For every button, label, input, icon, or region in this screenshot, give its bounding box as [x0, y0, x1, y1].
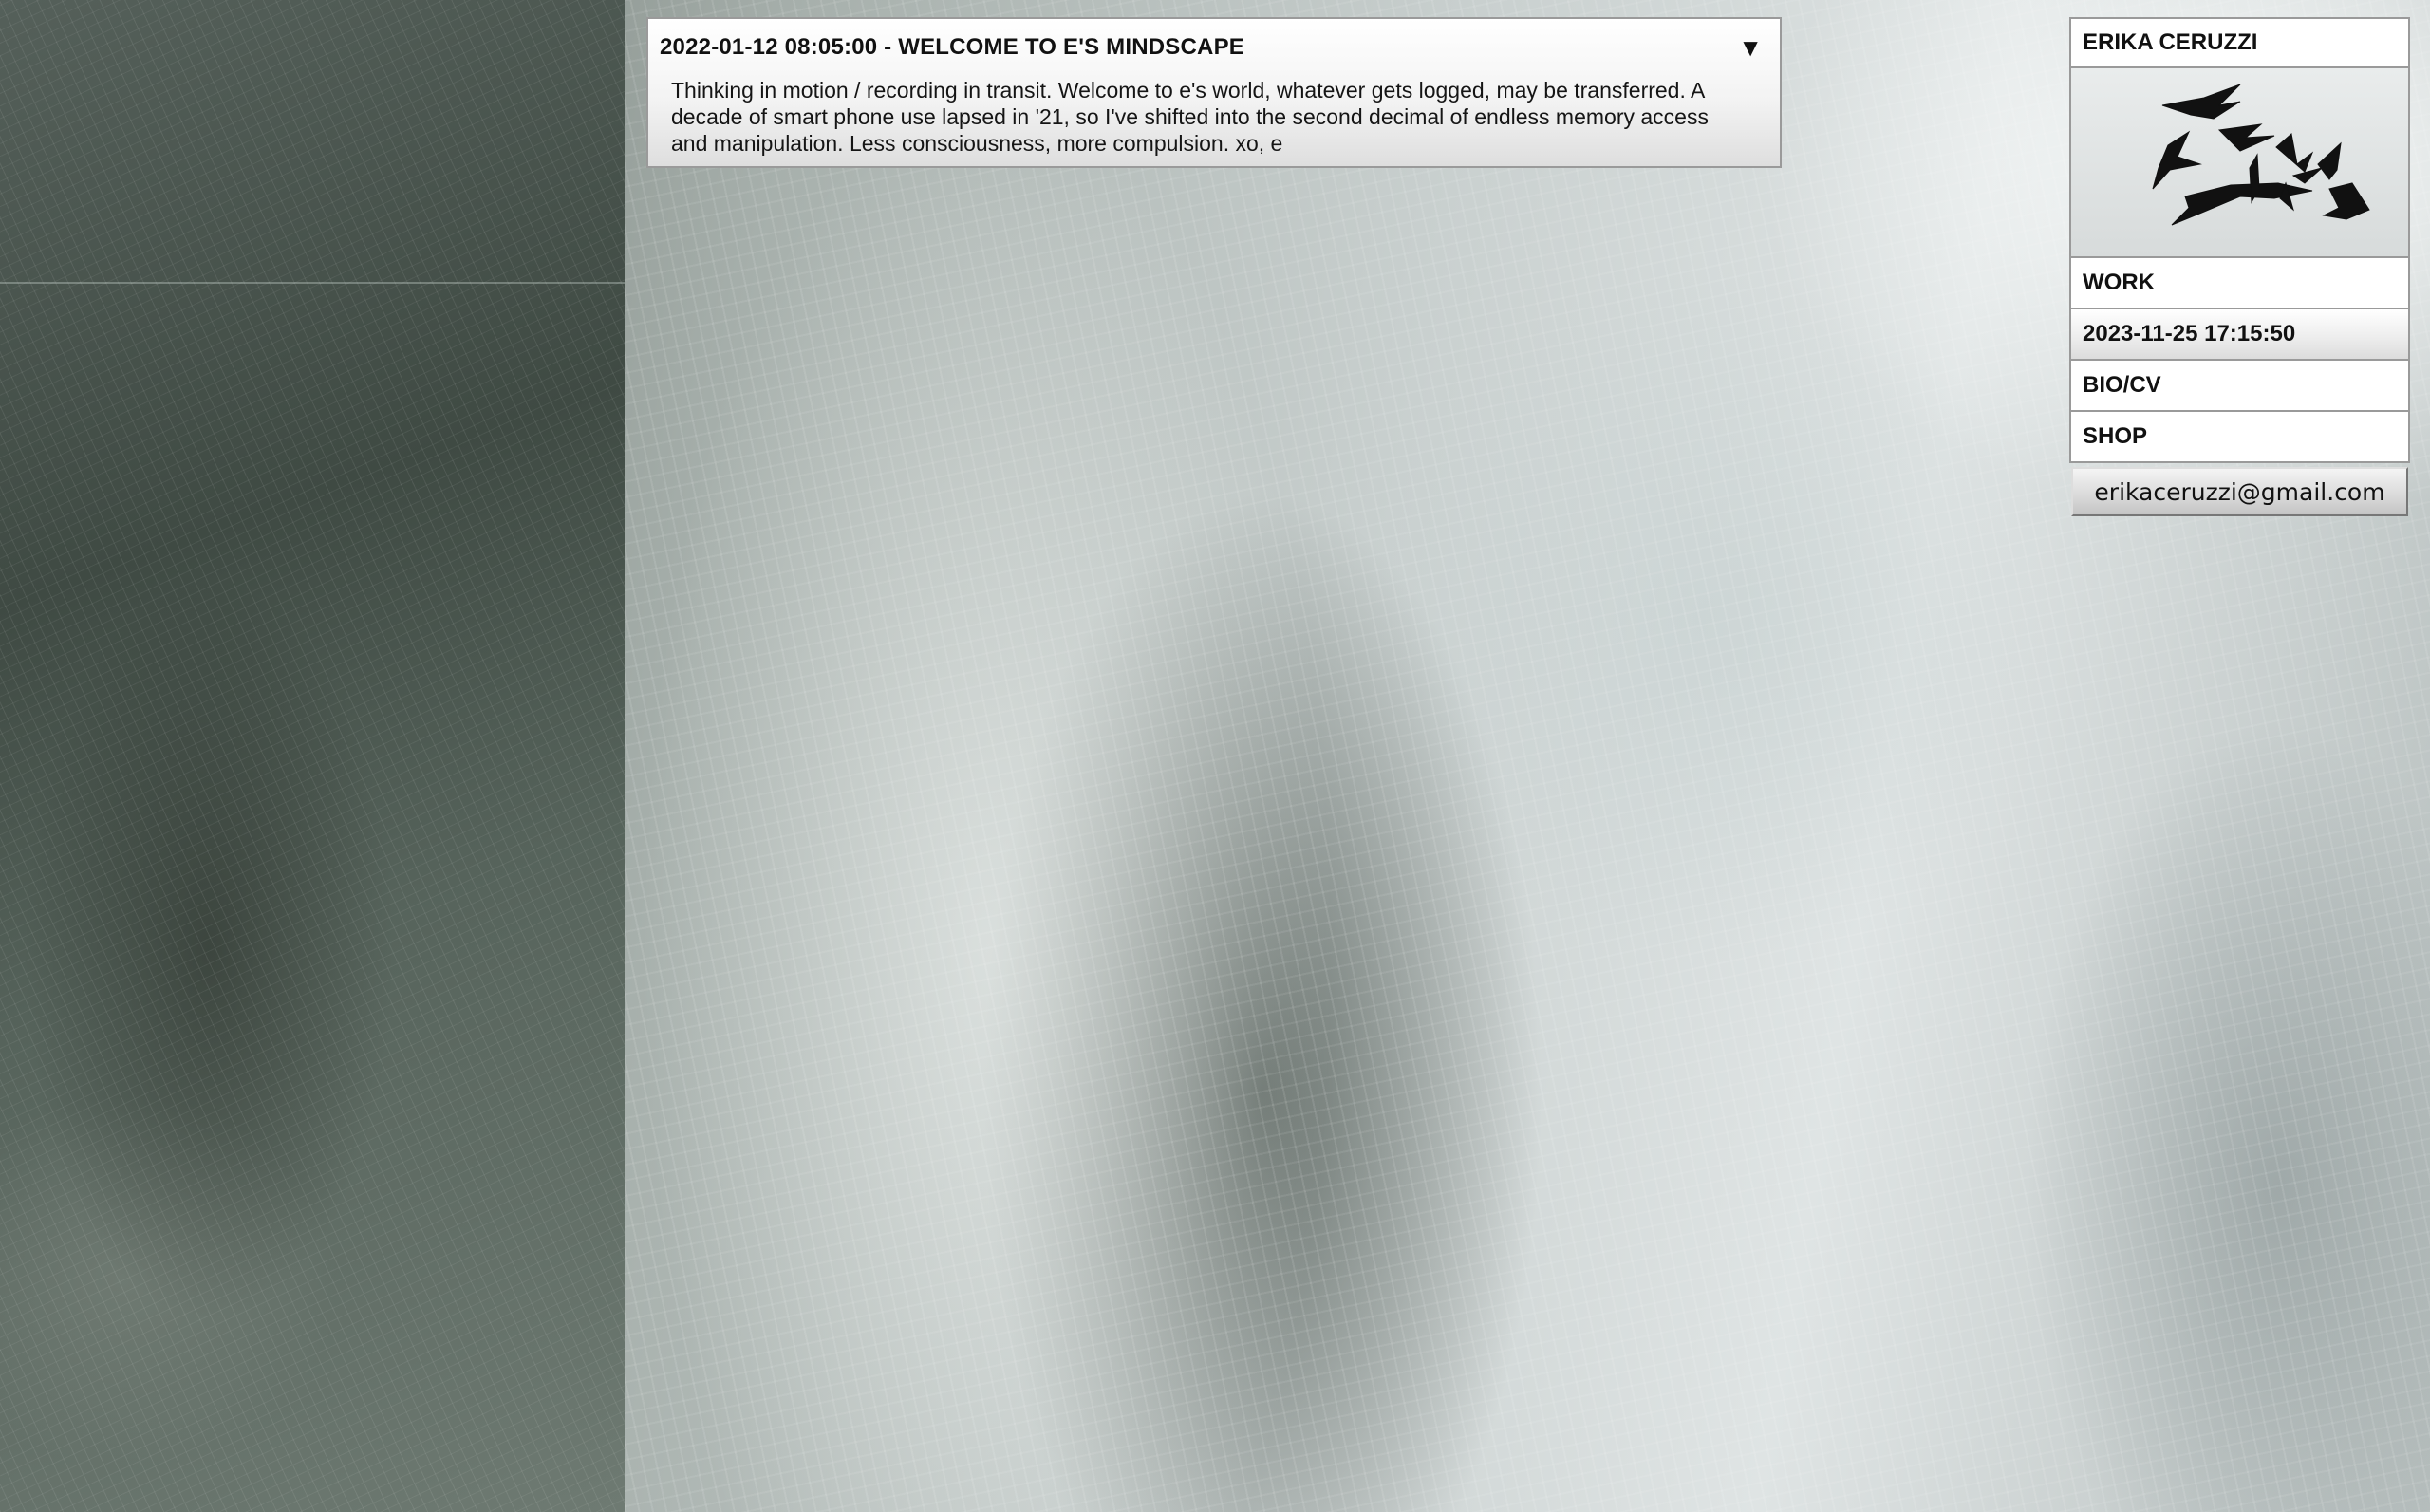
nav-timestamp: 2023-11-25 17:15:50: [2069, 309, 2410, 361]
nav-column: ERIKA CERUZZI WORK 2023-11-25 17:15:50 B…: [2069, 17, 2410, 516]
erika-logo-icon: [2152, 84, 2370, 226]
nav-item-work[interactable]: WORK: [2069, 258, 2410, 309]
background-divider: [0, 282, 625, 284]
nav-item-shop[interactable]: SHOP: [2069, 412, 2410, 463]
post-header[interactable]: 2022-01-12 08:05:00 - WELCOME TO E'S MIN…: [660, 30, 1768, 65]
email-button[interactable]: erikaceruzzi@gmail.com: [2071, 467, 2408, 516]
background-image-left: [0, 0, 625, 1512]
site-name[interactable]: ERIKA CERUZZI: [2069, 17, 2410, 68]
post-body: Thinking in motion / recording in transi…: [671, 78, 1709, 156]
triangle-down-icon[interactable]: ▼: [1738, 35, 1763, 60]
logo[interactable]: [2069, 68, 2410, 258]
post-title: 2022-01-12 08:05:00 - WELCOME TO E'S MIN…: [660, 34, 1244, 60]
nav-item-bio-cv[interactable]: BIO/CV: [2069, 361, 2410, 412]
post-panel: 2022-01-12 08:05:00 - WELCOME TO E'S MIN…: [646, 17, 1782, 168]
